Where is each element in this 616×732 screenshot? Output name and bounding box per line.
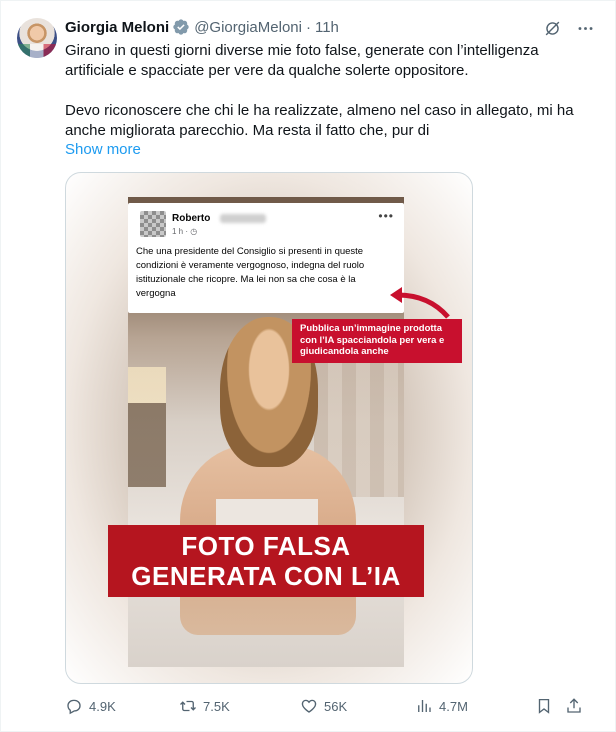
banner-line-2: GENERATA CON L’IA: [131, 561, 401, 591]
timestamp[interactable]: 11h: [315, 19, 339, 36]
tweet-paragraph-1: Girano in questi giorni diverse mie foto…: [65, 42, 539, 79]
share-button[interactable]: [565, 697, 583, 715]
fb-post-text: Che una presidente del Consiglio si pres…: [136, 246, 365, 299]
like-count: 56K: [324, 698, 348, 714]
blurred-surname: [220, 214, 266, 223]
fb-more-icon: •••: [378, 209, 394, 223]
tweet-media-image[interactable]: Roberto 1 h · ◷ ••• Che una presidente d…: [65, 172, 473, 684]
tweet-paragraph-2: Devo riconoscere che chi le ha realizzat…: [65, 102, 574, 139]
author-handle[interactable]: @GiorgiaMeloni: [194, 19, 302, 36]
avatar[interactable]: [17, 18, 57, 58]
red-arrow-icon: [390, 287, 450, 319]
separator-dot: ·: [305, 18, 311, 36]
reply-icon: [67, 699, 81, 715]
top-actions: [543, 19, 595, 38]
reply-count: 4.9K: [89, 698, 116, 714]
facebook-post-screenshot: Roberto 1 h · ◷ ••• Che una presidente d…: [128, 203, 404, 313]
tweet-card[interactable]: Giorgia Meloni @GiorgiaMeloni · 11h Gira…: [0, 0, 616, 732]
repost-count: 7.5K: [203, 698, 230, 714]
fb-author-name: Roberto: [172, 213, 211, 224]
tweet-header: Giorgia Meloni @GiorgiaMeloni · 11h: [65, 17, 339, 37]
share-icon: [567, 698, 581, 713]
fake-photo-banner: FOTO FALSA GENERATA CON L’IA: [108, 525, 424, 597]
callout-label: Pubblica un’immagine prodotta con l’IA s…: [292, 319, 462, 363]
more-icon[interactable]: [576, 19, 595, 38]
bookmark-button[interactable]: [535, 697, 553, 715]
views-count: 4.7M: [439, 698, 468, 714]
tweet-text: Girano in questi giorni diverse mie foto…: [65, 41, 595, 141]
views-icon: [418, 700, 431, 712]
banner-line-1: FOTO FALSA: [181, 531, 351, 561]
repost-button[interactable]: 7.5K: [179, 697, 230, 715]
grok-icon[interactable]: [543, 19, 562, 38]
bookmark-icon: [538, 698, 550, 714]
show-more-link[interactable]: Show more: [65, 141, 141, 158]
tweet-actions: 4.9K 7.5K 56K 4.7M: [65, 695, 595, 717]
verified-badge-icon: [173, 19, 189, 35]
reply-button[interactable]: 4.9K: [65, 697, 116, 715]
author-name[interactable]: Giorgia Meloni: [65, 19, 169, 36]
fb-post-meta: 1 h · ◷: [172, 227, 198, 236]
views-button[interactable]: 4.7M: [415, 697, 468, 715]
like-button[interactable]: 56K: [300, 697, 347, 715]
pixelated-avatar: [140, 211, 166, 237]
repost-icon: [180, 700, 196, 712]
like-icon: [301, 699, 317, 713]
